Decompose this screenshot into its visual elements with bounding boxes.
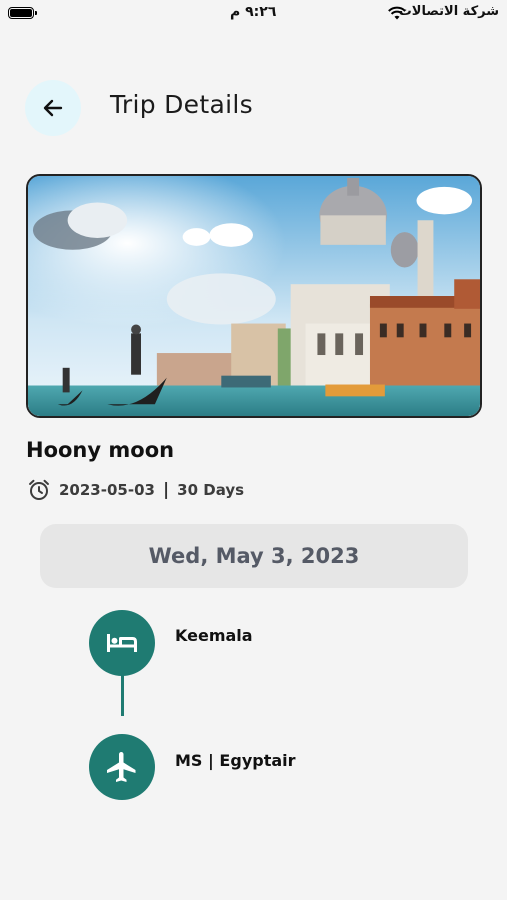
trip-date: 2023-05-03 xyxy=(59,481,155,499)
status-time: ٩:٢٦ م xyxy=(230,4,277,20)
bed-icon xyxy=(107,634,137,652)
timeline-item-label[interactable]: Keemala xyxy=(175,626,253,645)
trip-cover-image xyxy=(26,174,482,418)
page-title: Trip Details xyxy=(110,90,253,119)
trip-meta: 2023-05-03 | 30 Days xyxy=(27,478,244,502)
status-bar: ٩:٢٦ م شركة الاتصالات xyxy=(0,0,507,32)
meta-separator: | xyxy=(162,480,170,500)
back-button[interactable] xyxy=(25,80,81,136)
battery-icon xyxy=(8,7,37,19)
alarm-clock-icon xyxy=(29,479,49,500)
timeline-connector xyxy=(121,674,124,716)
timeline-node-hotel[interactable] xyxy=(89,610,155,676)
timeline-node-flight[interactable] xyxy=(89,734,155,800)
airplane-icon xyxy=(107,752,136,782)
timeline-item-label[interactable]: MS | Egyptair xyxy=(175,751,296,770)
carrier-name: شركة الاتصالات xyxy=(398,4,499,19)
day-header[interactable]: Wed, May 3, 2023 xyxy=(40,524,468,588)
trip-name: Hoony moon xyxy=(26,438,175,462)
trip-duration: 30 Days xyxy=(177,481,245,499)
arrow-left-icon xyxy=(43,99,63,117)
